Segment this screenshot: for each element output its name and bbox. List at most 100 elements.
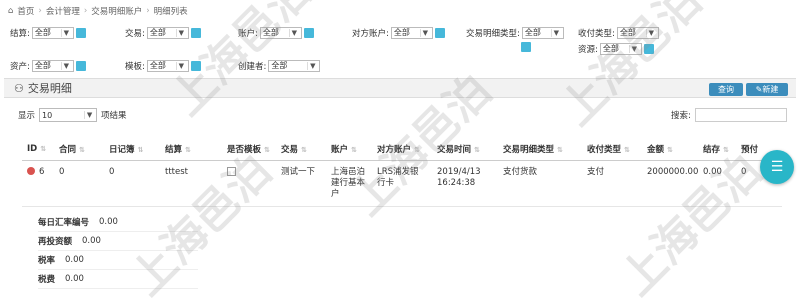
breadcrumb: ⌂ 首页 › 会计管理 › 交易明细账户 › 明细列表 xyxy=(8,4,188,18)
filter-trade: 交易: 全部 ▼ xyxy=(125,26,201,39)
search-label: 搜索: xyxy=(671,111,691,121)
query-button[interactable]: 查询 xyxy=(709,83,743,96)
column-header-pay-type[interactable]: 收付类型 ⇅ xyxy=(582,138,642,161)
column-header-settlement[interactable]: 结算 ⇅ xyxy=(160,138,222,161)
sort-icon: ⇅ xyxy=(414,145,420,154)
new-button[interactable]: ✎ 新建 xyxy=(746,83,788,96)
detail-row: 税费 0.00 xyxy=(38,270,198,289)
sort-icon: ⇅ xyxy=(624,145,630,154)
lookup-button[interactable] xyxy=(303,27,314,38)
column-header-time[interactable]: 交易时间 ⇅ xyxy=(432,138,498,161)
filter-account: 账户: 全部 ▼ xyxy=(238,26,314,39)
breadcrumb-home[interactable]: 首页 xyxy=(17,5,34,17)
lookup-button[interactable] xyxy=(434,27,445,38)
breadcrumb-accounting[interactable]: 会计管理 xyxy=(46,5,80,17)
sort-icon: ⇅ xyxy=(40,144,47,153)
detail-row: 每日汇率编号 0.00 xyxy=(38,213,198,232)
column-header-id[interactable]: ID ⇅ xyxy=(22,138,54,161)
filter-pay-type: 收付类型: 全部 ▼ xyxy=(578,26,659,39)
cell-amount: 2000000.00 xyxy=(642,160,698,207)
filter-label: 模板: xyxy=(125,61,145,72)
column-header-contract[interactable]: 合同 ⇅ xyxy=(54,138,104,161)
show-label: 显示 xyxy=(18,111,36,121)
sort-icon: ⇅ xyxy=(474,145,480,154)
breadcrumb-separator: › xyxy=(38,6,42,16)
sort-icon: ⇅ xyxy=(667,145,673,154)
column-header-balance[interactable]: 结存 ⇅ xyxy=(698,138,736,161)
filter-label: 账户: xyxy=(238,28,258,39)
filter-label: 创建者: xyxy=(238,61,267,72)
counter-account-select[interactable]: 全部 ▼ xyxy=(390,26,433,39)
chevron-down-icon: ▼ xyxy=(175,61,186,70)
cell-id: 6 xyxy=(22,160,54,207)
chevron-down-icon: ▼ xyxy=(307,61,317,70)
filter-label: 收付类型: xyxy=(578,28,615,39)
collapse-icon[interactable] xyxy=(27,167,35,175)
lookup-button[interactable] xyxy=(190,27,201,38)
detail-row: 再投资额 0.00 xyxy=(38,232,198,251)
menu-fab[interactable]: ☰ xyxy=(760,150,794,184)
column-header-amount[interactable]: 金额 ⇅ xyxy=(642,138,698,161)
pencil-icon: ✎ xyxy=(755,85,763,94)
search-input[interactable] xyxy=(694,108,787,122)
cell-trade: 测试一下 xyxy=(276,160,326,207)
chevron-down-icon: ▼ xyxy=(175,28,186,37)
sort-icon: ⇅ xyxy=(723,145,729,154)
account-select[interactable]: 全部 ▼ xyxy=(259,26,302,39)
cell-pay-type: 支付 xyxy=(582,160,642,207)
resource-select[interactable]: 全部 ▼ xyxy=(599,42,642,55)
cell-time: 2019/4/13 16:24:38 xyxy=(432,160,498,207)
lookup-button[interactable] xyxy=(190,60,201,71)
lookup-button[interactable] xyxy=(643,43,654,54)
sort-icon: ⇅ xyxy=(79,145,85,154)
template-checkbox[interactable] xyxy=(227,166,236,176)
breadcrumb-separator: › xyxy=(83,6,88,16)
sort-icon: ⇅ xyxy=(264,145,270,154)
column-header-detail-type[interactable]: 交易明细类型 ⇅ xyxy=(498,138,582,161)
panel-title: ⚇ 交易明细 xyxy=(14,81,72,96)
cell-settlement: tttest xyxy=(160,160,222,207)
filter-label: 交易明细类型: xyxy=(466,28,520,39)
column-header-trade[interactable]: 交易 ⇅ xyxy=(276,138,326,161)
home-icon[interactable]: ⌂ xyxy=(8,6,13,16)
table-header-row: ID ⇅ 合同 ⇅ 日记簿 ⇅ 结算 ⇅ 是否模板 ⇅ 交易 ⇅ 账户 ⇅ 对方账户 ⇅ 交易时… xyxy=(22,138,782,161)
chevron-down-icon: ▼ xyxy=(60,28,71,37)
cell-journal: 0 xyxy=(104,160,160,207)
page-size-select[interactable]: 10 ▼ xyxy=(39,108,98,122)
chevron-down-icon: ▼ xyxy=(550,28,561,37)
column-header-account[interactable]: 账户 ⇅ xyxy=(326,138,372,161)
user-icon: ⚇ xyxy=(14,81,24,95)
chevron-down-icon: ▼ xyxy=(419,28,430,37)
filter-label: 资源: xyxy=(578,44,598,55)
chevron-down-icon: ▼ xyxy=(628,44,639,53)
table-row[interactable]: 6 0 0 tttest 测试一下 上海邑泊建行基本户 LRS浦发银行卡 201… xyxy=(22,160,782,207)
lookup-button[interactable] xyxy=(521,42,531,52)
filter-resource: 资源: 全部 ▼ xyxy=(578,42,654,55)
settlement-select[interactable]: 全部 ▼ xyxy=(31,26,74,39)
trade-select[interactable]: 全部 ▼ xyxy=(146,26,189,39)
cell-counter-account: LRS浦发银行卡 xyxy=(372,160,432,207)
cell-detail-type: 支付货款 xyxy=(498,160,582,207)
asset-select[interactable]: 全部 ▼ xyxy=(31,59,74,72)
template-select[interactable]: 全部 ▼ xyxy=(146,59,189,72)
sort-icon: ⇅ xyxy=(137,145,144,154)
lookup-button[interactable] xyxy=(75,60,86,71)
lookup-button[interactable] xyxy=(75,27,86,38)
results-label: 项结果 xyxy=(101,111,127,121)
table-search: 搜索: xyxy=(671,108,787,122)
page-length-control: 显示 10 ▼ 项结果 xyxy=(18,108,127,122)
pay-type-select[interactable]: 全部 ▼ xyxy=(616,26,659,39)
column-header-journal[interactable]: 日记簿 ⇅ xyxy=(104,138,160,161)
creator-select[interactable]: 全部 ▼ xyxy=(268,59,321,72)
filter-settlement: 结算: 全部 ▼ xyxy=(10,26,86,39)
detail-table: ID ⇅ 合同 ⇅ 日记簿 ⇅ 结算 ⇅ 是否模板 ⇅ 交易 ⇅ 账户 ⇅ 对方账户 ⇅ 交易时… xyxy=(22,138,782,207)
sort-icon: ⇅ xyxy=(351,145,357,154)
filter-label: 对方账户: xyxy=(352,28,389,39)
breadcrumb-trade-accounts[interactable]: 交易明细账户 xyxy=(91,5,142,17)
detail-type-select[interactable]: 全部 ▼ xyxy=(521,26,564,39)
column-header-is-template[interactable]: 是否模板 ⇅ xyxy=(222,138,276,161)
cell-is-template xyxy=(222,160,276,207)
row-detail: 每日汇率编号 0.00 再投资额 0.00 税率 0.00 税费 0.00 xyxy=(38,213,198,289)
column-header-counter-account[interactable]: 对方账户 ⇅ xyxy=(372,138,432,161)
filter-counter-account: 对方账户: 全部 ▼ xyxy=(352,26,445,39)
